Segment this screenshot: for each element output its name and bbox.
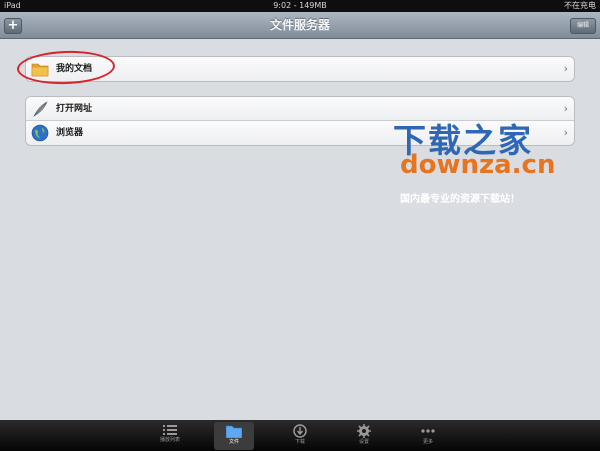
tab-label: 更多 <box>422 439 433 445</box>
edit-button[interactable]: 编辑 <box>570 18 596 34</box>
tab-bar: 播放列表 文件 下载 设置 更多 <box>0 420 600 451</box>
tab-settings[interactable]: 设置 <box>344 422 384 450</box>
watermark-domain: downza.cn <box>400 150 556 180</box>
tab-label: 下载 <box>294 439 305 445</box>
folder-icon <box>226 425 242 438</box>
feather-link-icon <box>31 100 49 118</box>
tab-label: 设置 <box>358 439 369 445</box>
watermark-tagline: 国内最专业的资源下载站！ <box>400 194 520 205</box>
list-icon <box>163 425 177 435</box>
list-item-label: 浏览器 <box>56 128 84 138</box>
download-icon <box>293 424 307 438</box>
gear-icon <box>357 424 371 438</box>
tab-download[interactable]: 下载 <box>280 422 320 450</box>
status-time-memory: 9:02 - 149MB <box>273 1 327 10</box>
charging-status: 不在充电 <box>564 1 596 10</box>
more-icon <box>421 429 435 433</box>
navigation-bar: + 文件服务器 编辑 <box>0 12 600 39</box>
tab-playlist[interactable]: 播放列表 <box>150 422 190 450</box>
tab-more[interactable]: 更多 <box>408 422 448 450</box>
tab-files[interactable]: 文件 <box>214 422 254 450</box>
status-bar: iPad 9:02 - 149MB 不在充电 <box>0 0 600 12</box>
globe-icon <box>31 124 49 142</box>
chevron-right-icon: › <box>563 62 568 75</box>
tab-label: 文件 <box>228 439 239 445</box>
tab-label: 播放列表 <box>159 437 180 443</box>
list-item-label: 打开网址 <box>56 104 93 114</box>
chevron-right-icon: › <box>563 102 568 115</box>
page-title: 文件服务器 <box>269 18 330 32</box>
chevron-right-icon: › <box>563 126 568 139</box>
